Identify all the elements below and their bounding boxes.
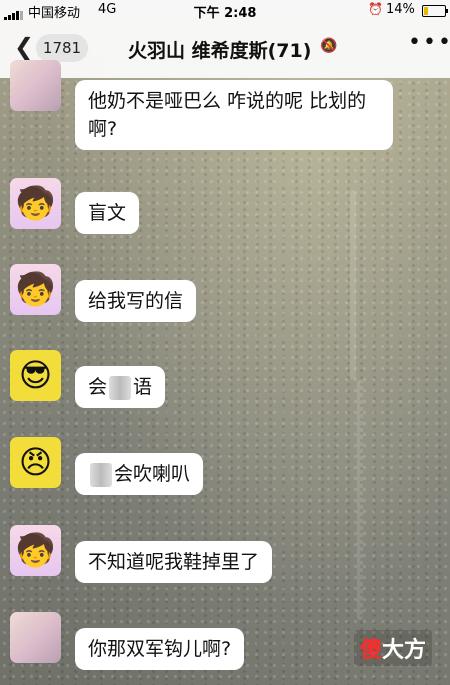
message-text: 会 [88, 376, 108, 398]
watermark-text: 大方 [382, 638, 427, 663]
avatar[interactable] [10, 612, 61, 663]
chat-header: ❮ 1781 火羽山 维希度斯(71) 🔕 ••• [0, 20, 450, 78]
watermark-logo: 傻大方 [354, 630, 433, 666]
battery-percent: 14% [386, 2, 415, 17]
avatar[interactable] [10, 60, 61, 111]
more-dots-icon[interactable]: ••• [408, 30, 450, 55]
status-bar: 中国移动 4G 下午 2:48 ⏰ 14% [0, 0, 450, 21]
bell-muted-icon: 🔕 [320, 38, 338, 54]
message-bubble[interactable]: 你那双军钩儿啊? [75, 628, 245, 670]
unread-count-badge[interactable]: 1781 [36, 34, 88, 62]
message-bubble[interactable]: 不知道呢我鞋掉里了 [75, 541, 273, 583]
background-drip [350, 190, 356, 380]
avatar[interactable]: 🧒 [10, 178, 61, 229]
avatar[interactable]: 🧒 [10, 264, 61, 315]
message-bubble[interactable]: 会吹喇叭 [75, 453, 204, 495]
watermark-text: 傻 [360, 638, 383, 663]
blurred-text [109, 375, 132, 400]
message-bubble[interactable]: 给我写的信 [75, 280, 197, 322]
alarm-icon: ⏰ [368, 2, 383, 16]
message-bubble[interactable]: 盲文 [75, 192, 140, 234]
chevron-left-icon[interactable]: ❮ [14, 35, 34, 59]
avatar[interactable]: 😠 [10, 437, 61, 488]
chat-title: 火羽山 维希度斯(71) [128, 40, 312, 62]
avatar[interactable]: 😎 [10, 350, 61, 401]
message-bubble[interactable]: 会语 [75, 366, 166, 408]
battery-icon [422, 5, 448, 17]
blurred-text [90, 462, 112, 487]
message-text: 会吹喇叭 [114, 463, 191, 485]
background-drip [357, 380, 363, 620]
message-text: 语 [133, 376, 153, 398]
message-bubble[interactable]: 他奶不是哑巴么 咋说的呢 比划的啊? [75, 80, 393, 150]
avatar[interactable]: 🧒 [10, 525, 61, 576]
